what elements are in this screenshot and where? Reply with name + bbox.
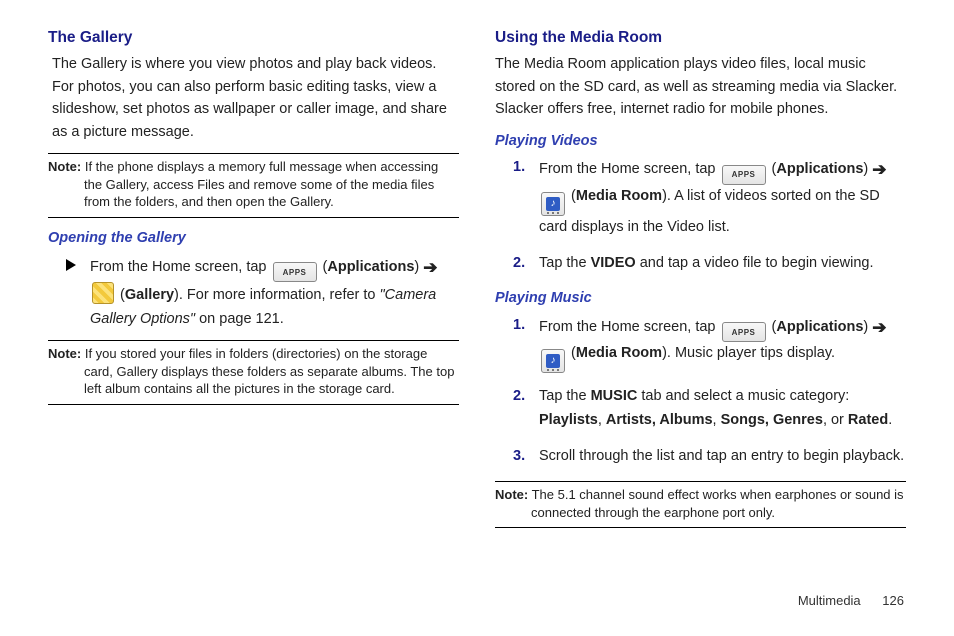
text-fragment: From the Home screen, tap: [539, 319, 720, 335]
media-room-label: Media Room: [576, 345, 662, 361]
subsection-opening-gallery: Opening the Gallery: [48, 228, 459, 250]
note-memory-full: Note: If the phone displays a memory ful…: [48, 153, 459, 218]
applications-label: Applications: [776, 161, 863, 177]
apps-icon: APPS: [273, 262, 317, 282]
music-step-1: From the Home screen, tap APPS (Applicat…: [513, 314, 906, 374]
arrow-icon: ➔: [423, 258, 437, 277]
gallery-icon: [92, 282, 114, 304]
section-heading-gallery: The Gallery: [48, 26, 459, 49]
media-room-intro-text: The Media Room application plays video f…: [495, 53, 906, 120]
text-fragment: on page 121.: [195, 311, 284, 327]
subsection-playing-music: Playing Music: [495, 288, 906, 310]
arrow-icon: ➔: [872, 160, 886, 179]
footer-page-number: 126: [882, 593, 904, 608]
applications-label: Applications: [776, 319, 863, 335]
left-column: The Gallery The Gallery is where you vie…: [48, 26, 459, 538]
category-songs-genres: Songs, Genres: [721, 412, 823, 428]
text-fragment: ). Music player tips display.: [662, 345, 835, 361]
gallery-intro-text: The Gallery is where you view photos and…: [48, 53, 459, 143]
video-step-2: Tap the VIDEO and tap a video file to be…: [513, 252, 906, 276]
apps-icon: APPS: [722, 165, 766, 185]
text-fragment: Tap the: [539, 255, 591, 271]
applications-label: Applications: [327, 259, 414, 275]
footer-section: Multimedia: [798, 593, 861, 608]
gallery-label: Gallery: [125, 287, 174, 303]
music-step-3: Scroll through the list and tap an entry…: [513, 445, 906, 469]
right-column: Using the Media Room The Media Room appl…: [495, 26, 906, 538]
video-step-1: From the Home screen, tap APPS (Applicat…: [513, 156, 906, 240]
gallery-open-step: From the Home screen, tap APPS (Applicat…: [48, 254, 459, 332]
text-fragment: From the Home screen, tap: [90, 259, 271, 275]
music-step-2: Tap the MUSIC tab and select a music cat…: [513, 385, 906, 433]
text-fragment: From the Home screen, tap: [539, 161, 720, 177]
apps-icon: APPS: [722, 322, 766, 342]
media-room-icon: ♪: [541, 192, 565, 216]
text-fragment: , or: [823, 412, 848, 428]
music-steps-list: From the Home screen, tap APPS (Applicat…: [495, 314, 906, 469]
music-tab-label: MUSIC: [591, 388, 638, 404]
text-fragment: tab and select a music category:: [637, 388, 849, 404]
note-folders-albums: Note: If you stored your files in folder…: [48, 340, 459, 405]
video-steps-list: From the Home screen, tap APPS (Applicat…: [495, 156, 906, 275]
media-room-icon: ♪: [541, 349, 565, 373]
note-text: The 5.1 channel sound effect works when …: [528, 487, 903, 520]
section-heading-media-room: Using the Media Room: [495, 26, 906, 49]
video-tab-label: VIDEO: [591, 255, 636, 271]
note-label: Note:: [495, 487, 528, 502]
gallery-open-text: From the Home screen, tap APPS (Applicat…: [90, 254, 459, 332]
arrow-icon: ➔: [872, 318, 886, 337]
category-artists-albums: Artists, Albums: [606, 412, 713, 428]
subsection-playing-videos: Playing Videos: [495, 131, 906, 153]
category-playlists: Playlists: [539, 412, 598, 428]
text-fragment: ). For more information, refer to: [174, 287, 379, 303]
page-footer: Multimedia 126: [798, 591, 904, 611]
note-sound-effect: Note: The 5.1 channel sound effect works…: [495, 481, 906, 528]
text-fragment: and tap a video file to begin viewing.: [636, 255, 874, 271]
category-rated: Rated: [848, 412, 888, 428]
media-room-label: Media Room: [576, 188, 662, 204]
note-label: Note:: [48, 346, 81, 361]
note-text: If you stored your files in folders (dir…: [81, 346, 454, 396]
play-bullet-icon: [66, 259, 76, 271]
text-fragment: Tap the: [539, 388, 591, 404]
note-text: If the phone displays a memory full mess…: [81, 159, 438, 209]
note-label: Note:: [48, 159, 81, 174]
